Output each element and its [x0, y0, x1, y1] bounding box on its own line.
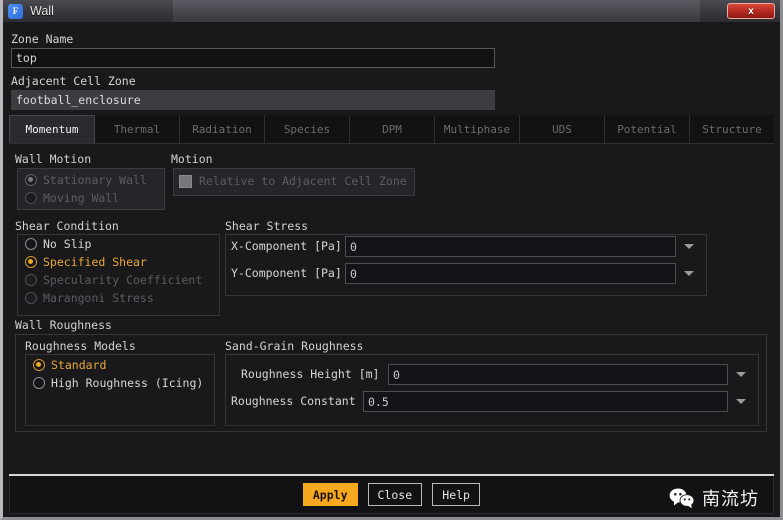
- dialog-body: Zone Name top Adjacent Cell Zone footbal…: [3, 22, 780, 517]
- watermark-text: 南流坊: [702, 489, 759, 510]
- radio-label: Standard: [51, 358, 107, 372]
- motion-group-label: Motion: [171, 152, 213, 166]
- watermark: 南流坊: [669, 485, 759, 511]
- radio-stationary-wall[interactable]: Stationary Wall: [25, 173, 147, 187]
- checkbox-label: Relative to Adjacent Cell Zone: [199, 174, 407, 188]
- shear-stress-group-label: Shear Stress: [225, 219, 309, 233]
- chevron-down-icon: [684, 244, 694, 249]
- adjacent-cell-zone-label: Adjacent Cell Zone: [11, 74, 136, 88]
- radio-indicator-icon: [25, 256, 37, 268]
- roughness-height-label: Roughness Height [m]: [241, 367, 380, 381]
- wall-motion-group-label: Wall Motion: [15, 152, 92, 166]
- tab-thermal[interactable]: Thermal: [95, 115, 180, 143]
- radio-indicator-icon: [33, 359, 45, 371]
- radio-marangoni-stress[interactable]: Marangoni Stress: [25, 291, 154, 305]
- radio-label: No Slip: [43, 237, 92, 251]
- footer-button-row: Apply Close Help: [10, 483, 773, 506]
- x-component-label: X-Component [Pa]: [231, 239, 342, 253]
- wechat-icon: [669, 488, 695, 509]
- roughness-constant-dropdown-button[interactable]: [731, 391, 751, 412]
- radio-label: Stationary Wall: [43, 173, 147, 187]
- tab-strip: Momentum Thermal Radiation Species DPM M…: [9, 115, 774, 144]
- x-component-input[interactable]: 0: [345, 236, 676, 257]
- roughness-height-input[interactable]: 0: [388, 364, 728, 385]
- shear-condition-group-label: Shear Condition: [15, 219, 119, 233]
- radio-no-slip[interactable]: No Slip: [25, 237, 91, 251]
- x-component-dropdown-button[interactable]: [679, 236, 699, 257]
- tab-multiphase[interactable]: Multiphase: [435, 115, 520, 143]
- roughness-constant-label: Roughness Constant: [231, 394, 356, 408]
- radio-specified-shear[interactable]: Specified Shear: [25, 255, 147, 269]
- radio-indicator-icon: [25, 174, 37, 186]
- chevron-down-icon: [736, 372, 746, 377]
- radio-label: High Roughness (Icing): [51, 376, 204, 390]
- radio-moving-wall[interactable]: Moving Wall: [25, 191, 119, 205]
- radio-indicator-icon: [25, 238, 37, 250]
- help-button[interactable]: Help: [432, 483, 481, 506]
- tab-dpm[interactable]: DPM: [350, 115, 435, 143]
- zone-name-label: Zone Name: [11, 32, 74, 46]
- window-title: Wall: [30, 4, 54, 18]
- adjacent-cell-zone-value: football_enclosure: [11, 90, 495, 110]
- checkbox-relative-to-adjacent-cell-zone[interactable]: Relative to Adjacent Cell Zone: [179, 174, 407, 188]
- radio-indicator-icon: [25, 274, 37, 286]
- close-window-button[interactable]: x: [727, 3, 775, 19]
- roughness-height-dropdown-button[interactable]: [731, 364, 751, 385]
- tab-structure[interactable]: Structure: [690, 115, 774, 143]
- fluent-f-icon: F: [8, 3, 23, 19]
- tab-uds[interactable]: UDS: [520, 115, 605, 143]
- radio-indicator-icon: [25, 192, 37, 204]
- tab-potential[interactable]: Potential: [605, 115, 690, 143]
- tab-momentum[interactable]: Momentum: [9, 115, 95, 143]
- tab-species[interactable]: Species: [265, 115, 350, 143]
- radio-label: Marangoni Stress: [43, 291, 154, 305]
- chevron-down-icon: [684, 271, 694, 276]
- titlebar[interactable]: F Wall x: [3, 0, 780, 22]
- y-component-input[interactable]: 0: [345, 263, 676, 284]
- radio-indicator-icon: [33, 377, 45, 389]
- close-button[interactable]: Close: [367, 483, 423, 506]
- tab-radiation[interactable]: Radiation: [180, 115, 265, 143]
- radio-label: Specified Shear: [43, 255, 147, 269]
- checkbox-indicator-icon: [179, 174, 192, 188]
- y-component-dropdown-button[interactable]: [679, 263, 699, 284]
- apply-button[interactable]: Apply: [302, 483, 358, 506]
- radio-label: Specularity Coefficient: [43, 273, 203, 287]
- footer-bar: Apply Close Help 南流坊: [9, 476, 774, 514]
- y-component-label: Y-Component [Pa]: [231, 266, 342, 280]
- radio-label: Moving Wall: [43, 191, 120, 205]
- radio-standard[interactable]: Standard: [33, 358, 106, 372]
- zone-name-input[interactable]: top: [11, 48, 495, 68]
- radio-specularity-coefficient[interactable]: Specularity Coefficient: [25, 273, 202, 287]
- radio-indicator-icon: [25, 292, 37, 304]
- chevron-down-icon: [736, 399, 746, 404]
- roughness-models-group-label: Roughness Models: [25, 339, 136, 353]
- roughness-constant-input[interactable]: 0.5: [363, 391, 728, 412]
- radio-high-roughness-icing[interactable]: High Roughness (Icing): [33, 376, 203, 390]
- wall-dialog-window: F Wall x Zone Name top Adjacent Cell Zon…: [0, 0, 783, 520]
- wall-roughness-group-label: Wall Roughness: [15, 318, 112, 332]
- sand-grain-roughness-group-label: Sand-Grain Roughness: [225, 339, 364, 353]
